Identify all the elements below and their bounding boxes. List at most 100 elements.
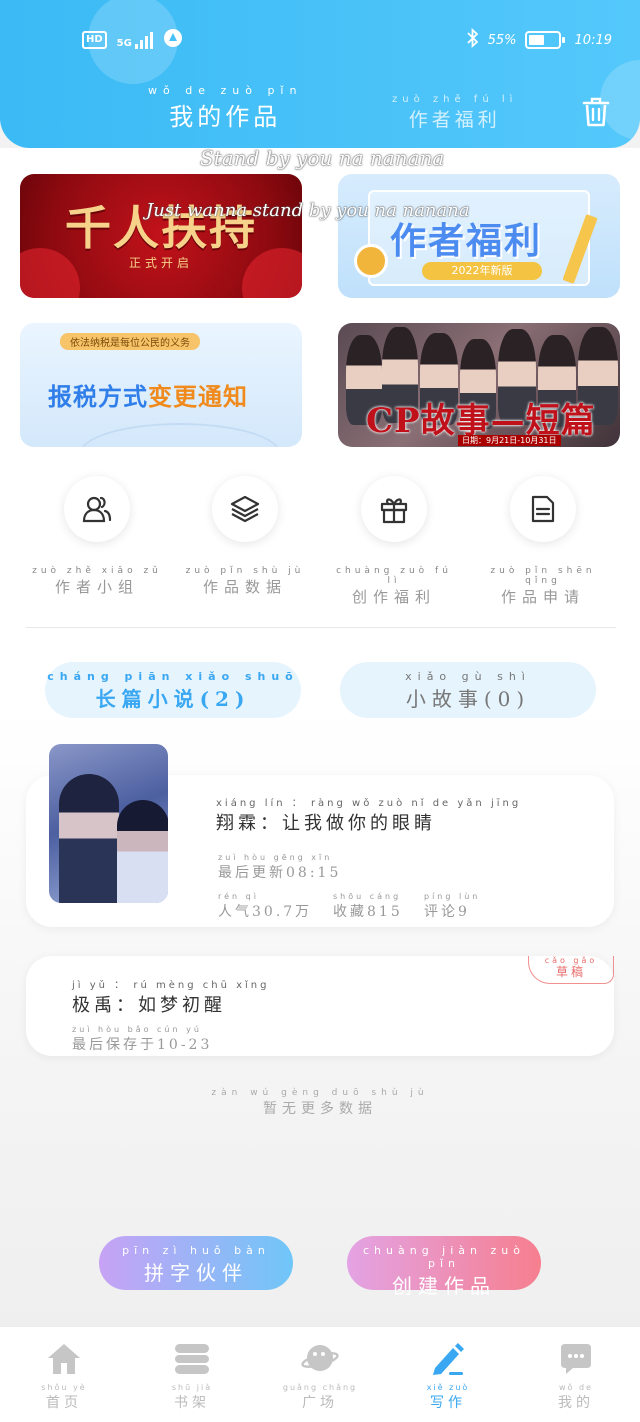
network-badge: HD	[82, 30, 107, 49]
nav-label: 首页	[46, 1395, 82, 1411]
bluetooth-icon	[466, 27, 480, 52]
tab-my-works[interactable]: wǒ de zuò pǐn 我的作品	[148, 84, 302, 132]
banner-date: 日期：9月21日-10月31日	[458, 435, 561, 446]
quick-action-label: 作品申请	[500, 588, 585, 606]
work-popularity: rén qì 人气30.7万	[218, 892, 312, 921]
layers-icon	[230, 495, 260, 523]
button-pinyin: pīn zì huǒ bàn	[122, 1244, 270, 1257]
divider	[26, 627, 616, 628]
battery-icon	[524, 31, 565, 49]
banner-support-program[interactable]: 千人扶持 正式开启	[20, 174, 302, 298]
nav-write[interactable]: xiě zuò 写作	[398, 1341, 498, 1412]
tab-pinyin: zuò zhě fú lì	[392, 94, 518, 105]
banner-tag: 依法纳税是每位公民的义务	[60, 333, 200, 350]
segment-short-stories[interactable]: xiǎo gù shì 小故事(0)	[340, 662, 596, 718]
work-updated: zuì hòu gēng xīn 最后更新08:15	[218, 853, 341, 882]
nav-label: 写作	[430, 1395, 466, 1411]
quick-action-pinyin: chuàng zuò fú lì	[336, 566, 452, 586]
work-popularity-pinyin: rén qì	[218, 892, 259, 901]
banner-title: 报税方式变更通知	[48, 377, 248, 412]
work-favorites: shōu cáng 收藏815	[333, 892, 403, 921]
tab-author-benefits[interactable]: zuò zhě fú lì 作者福利	[392, 94, 517, 132]
work-updated-pinyin: zuì hòu gēng xīn	[218, 853, 333, 862]
clock: 10:19	[574, 32, 612, 48]
segment-pinyin: xiǎo gù shì	[405, 670, 531, 683]
tab-pinyin: wǒ de zuò pǐn	[148, 84, 303, 97]
segment-label: 小故事(0)	[405, 687, 531, 711]
nav-bookshelf[interactable]: shū jià 书架	[142, 1341, 242, 1412]
quick-action-work-data[interactable]: zuò pǐn shù jù 作品数据	[180, 476, 310, 597]
nav-pinyin: wǒ de	[559, 1383, 593, 1392]
gift-icon	[380, 498, 408, 524]
banner-cp-story-contest[interactable]: CP故事—短篇征文 日期：9月21日-10月31日	[338, 323, 620, 447]
button-label: 创建作品	[392, 1274, 496, 1298]
nav-pinyin: shǒu yè	[41, 1383, 87, 1392]
segment-pinyin: cháng piān xiǎo shuō	[47, 670, 299, 683]
tab-label: 我的作品	[169, 103, 282, 131]
banner-title-a: 报税方式	[48, 383, 148, 411]
nav-label: 我的	[558, 1395, 594, 1411]
banner-title-b: 变更通知	[148, 383, 248, 411]
signal-label: 5G	[116, 37, 132, 49]
banner-author-benefits[interactable]: 作者福利 2022年新版	[338, 174, 620, 298]
trash-icon[interactable]	[582, 96, 610, 128]
draft-title: jì yǔ ： rú mèng chū xǐng 极禹：如梦初醒	[72, 976, 269, 1017]
alarm-clock-icon	[354, 244, 388, 278]
nav-home[interactable]: shǒu yè 首页	[14, 1341, 114, 1412]
bottom-nav: shǒu yè 首页 shū jià 书架 guǎng chǎng 广场 xiě…	[0, 1326, 640, 1422]
draft-saved-text: 最后保存于10-23	[72, 1037, 213, 1053]
work-favorites-pinyin: shōu cáng	[333, 892, 402, 901]
nav-label: 书架	[174, 1395, 210, 1411]
quick-action-pinyin: zuò pǐn shēn qǐng	[490, 566, 596, 586]
button-label: 拼字伙伴	[144, 1261, 248, 1285]
bookshelf-icon	[175, 1344, 209, 1374]
banner-subtitle: 正式开启	[128, 256, 193, 270]
draft-title-pinyin: jì yǔ ： rú mèng chū xǐng	[72, 980, 270, 991]
create-work-button[interactable]: chuàng jiàn zuò pǐn 创建作品	[347, 1236, 541, 1298]
banner-tax-notice[interactable]: 依法纳税是每位公民的义务 报税方式变更通知	[20, 323, 302, 447]
quick-action-pinyin: zuò pǐn shù jù	[185, 566, 305, 576]
quick-action-label: 作品数据	[202, 578, 287, 596]
work-cover-image[interactable]	[49, 744, 168, 903]
work-title-text: 翔霖：让我做你的眼睛	[216, 813, 436, 834]
draft-badge: cǎo gǎo 草稿	[528, 956, 614, 984]
work-title: xiáng lín ： ràng wǒ zuò nǐ de yǎn jīng 翔…	[216, 794, 521, 835]
pen-icon	[433, 1343, 464, 1375]
document-icon	[531, 495, 555, 523]
lyric-line-2: Just wanna stand by you na nanana	[146, 200, 470, 221]
nav-pinyin: shū jià	[171, 1383, 213, 1392]
vpn-icon	[163, 28, 183, 51]
no-more-data: zàn wú gèng duō shù jù 暂无更多数据	[0, 1088, 640, 1118]
no-more-label: 暂无更多数据	[263, 1101, 377, 1117]
work-updated-text: 最后更新08:15	[218, 865, 342, 881]
work-comments: píng lùn 评论9	[424, 892, 480, 921]
nav-label: 广场	[302, 1395, 338, 1411]
draft-title-text: 极禹：如梦初醒	[72, 995, 226, 1016]
signal-icon: 5G	[117, 31, 153, 49]
segment-novels[interactable]: cháng piān xiǎo shuō 长篇小说(2)	[45, 662, 301, 718]
work-comments-pinyin: píng lùn	[424, 892, 481, 901]
draft-saved-pinyin: zuì hòu bǎo cún yú	[72, 1025, 202, 1034]
nav-square[interactable]: guǎng chǎng 广场	[270, 1341, 370, 1412]
nav-mine[interactable]: wǒ de 我的	[526, 1341, 626, 1412]
work-popularity-text: 人气30.7万	[218, 904, 313, 920]
app-header: HD 5G 55% 10:19 wǒ de zuò pǐn 我的作品 zuò z…	[0, 0, 640, 148]
draft-saved: zuì hòu bǎo cún yú 最后保存于10-23	[72, 1025, 212, 1054]
segment-label: 长篇小说(2)	[95, 687, 251, 711]
work-title-pinyin: xiáng lín ： ràng wǒ zuò nǐ de yǎn jīng	[216, 798, 522, 809]
nav-pinyin: guǎng chǎng	[282, 1383, 358, 1392]
work-favorites-text: 收藏815	[333, 904, 403, 920]
tab-label: 作者福利	[408, 109, 501, 131]
nav-pinyin: xiě zuò	[426, 1383, 470, 1392]
quick-action-author-group[interactable]: zuò zhě xiǎo zǔ 作者小组	[32, 476, 162, 597]
battery-percent: 55%	[487, 32, 517, 48]
home-icon	[48, 1344, 80, 1374]
quick-action-work-application[interactable]: zuò pǐn shēn qǐng 作品申请	[478, 476, 608, 607]
banner-subtitle: 2022年新版	[422, 262, 542, 280]
no-more-pinyin: zàn wú gèng duō shù jù	[211, 1088, 429, 1098]
quick-action-creation-benefits[interactable]: chuàng zuò fú lì 创作福利	[329, 476, 459, 607]
find-writing-partner-button[interactable]: pīn zì huǒ bàn 拼字伙伴	[99, 1236, 293, 1290]
quick-action-label: 创作福利	[351, 588, 436, 606]
button-pinyin: chuàng jiàn zuò pǐn	[363, 1244, 525, 1270]
users-icon	[82, 496, 112, 523]
